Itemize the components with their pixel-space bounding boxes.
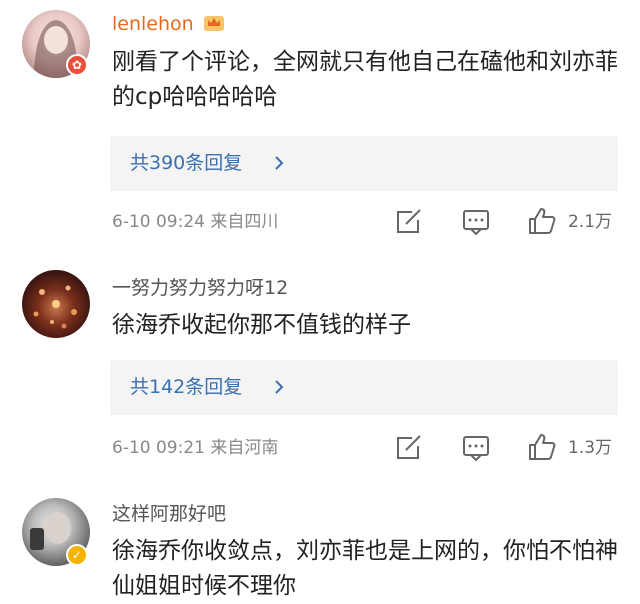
share-icon[interactable] bbox=[394, 434, 424, 462]
chevron-right-icon bbox=[275, 156, 284, 170]
comment-meta: 6-10 09:21 来自河南 bbox=[112, 437, 278, 459]
comment-icon[interactable] bbox=[461, 208, 491, 236]
like-icon[interactable] bbox=[527, 433, 557, 461]
avatar[interactable] bbox=[22, 270, 90, 338]
comment-item: 一努力努力努力呀12 徐海乔收起你那不值钱的样子 共142条回复 6-10 09… bbox=[0, 260, 640, 480]
crown-icon bbox=[203, 16, 224, 31]
like-count: 2.1万 bbox=[568, 212, 613, 232]
verified-badge-icon: ✓ bbox=[66, 544, 88, 566]
reply-count-label: 共390条回复 bbox=[130, 152, 243, 174]
location: 来自河南 bbox=[210, 438, 279, 458]
comment-item: ✓ 这样阿那好吧 徐海乔你收敛点，刘亦菲也是上网的，你怕不怕神仙姐姐时候不理你 bbox=[0, 490, 640, 604]
like-icon[interactable] bbox=[527, 207, 557, 235]
share-icon[interactable] bbox=[394, 208, 424, 236]
verified-badge-icon: ✿ bbox=[66, 54, 88, 76]
timestamp: 6-10 09:21 bbox=[112, 438, 205, 458]
replies-button[interactable]: 共142条回复 bbox=[110, 360, 618, 415]
comment-icon[interactable] bbox=[461, 434, 491, 462]
chevron-right-icon bbox=[275, 380, 284, 394]
username[interactable]: 这样阿那好吧 bbox=[112, 502, 226, 526]
comment-text: 徐海乔收起你那不值钱的样子 bbox=[112, 312, 411, 338]
comment-meta: 6-10 09:24 来自四川 bbox=[112, 211, 278, 233]
username-text[interactable]: lenlehon bbox=[112, 13, 194, 35]
comment-text: 刚看了个评论，全网就只有他自己在磕他和刘亦菲的cp哈哈哈哈哈 bbox=[112, 49, 618, 110]
reply-count-label: 共142条回复 bbox=[130, 376, 243, 398]
replies-button[interactable]: 共390条回复 bbox=[110, 136, 618, 191]
like-count: 1.3万 bbox=[568, 438, 613, 458]
comment-text: 徐海乔你收敛点，刘亦菲也是上网的，你怕不怕神仙姐姐时候不理你 bbox=[112, 538, 618, 599]
username[interactable]: 一努力努力努力呀12 bbox=[112, 276, 288, 300]
username[interactable]: lenlehon bbox=[112, 12, 226, 36]
location: 来自四川 bbox=[210, 212, 279, 232]
timestamp: 6-10 09:24 bbox=[112, 212, 205, 232]
comment-item: ✿ lenlehon 刚看了个评论，全网就只有他自己在磕他和刘亦菲的cp哈哈哈哈… bbox=[0, 0, 640, 240]
